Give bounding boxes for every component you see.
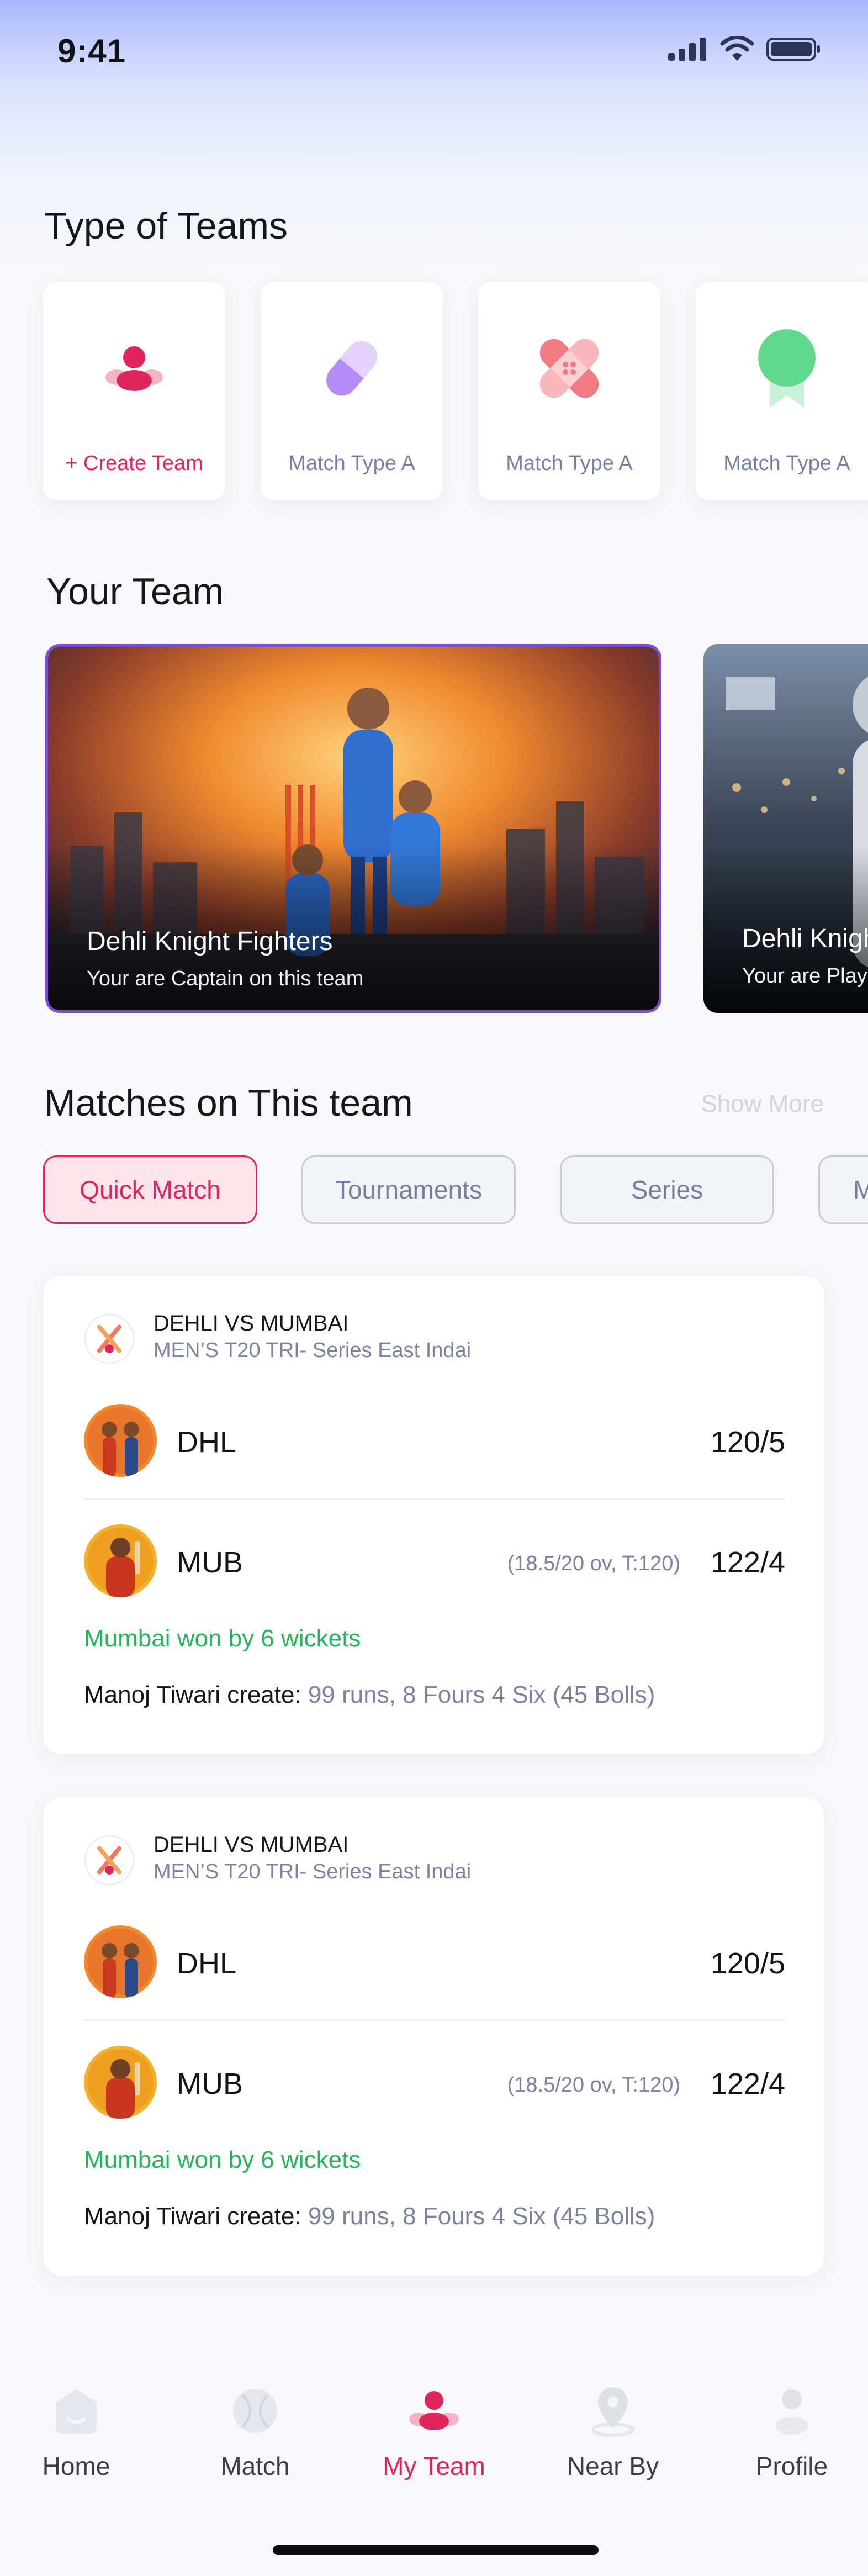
my-team-screen: 9:41 Type of Teams + Create Team Match T… (0, 0, 868, 2576)
status-time: 9:41 (57, 33, 126, 70)
home-icon (56, 2389, 97, 2434)
match-card[interactable]: DEHLI VS MUMBAI MEN’S T20 TRI- Series Ea… (43, 1797, 824, 2276)
wifi-icon (720, 36, 754, 61)
team-row: DHL 120/5 (84, 1404, 785, 1481)
team-score: 120/5 (710, 1947, 785, 1980)
match-title: DEHLI VS MUMBAI (154, 1311, 349, 1335)
performer-stats: 99 runs, 8 Fours 4 Six (45 Bolls) (308, 2203, 655, 2230)
nav-profile[interactable]: Profile (709, 2380, 868, 2502)
team-score: 122/4 (710, 2067, 785, 2100)
team-abbr: DHL (177, 1947, 237, 1980)
show-more-link[interactable]: Show More (701, 1090, 824, 1118)
team-overs: (18.5/20 ov, T:120) (507, 2073, 680, 2097)
divider (84, 1498, 785, 1500)
top-performer: Manoj Tiwari create: 99 runs, 8 Fours 4 … (84, 2203, 655, 2230)
create-team-label: + Create Team (65, 452, 203, 475)
match-card[interactable]: DEHLI VS MUMBAI MEN’S T20 TRI- Series Ea… (43, 1276, 824, 1754)
create-team-card[interactable]: + Create Team (43, 282, 225, 500)
match-type-label: Match Type A (288, 452, 415, 475)
team-overs: (18.5/20 ov, T:120) (507, 1552, 680, 1575)
nav-match[interactable]: Match (172, 2380, 338, 2502)
capsule-icon (326, 341, 377, 396)
team-avatar-mub (84, 1524, 157, 1597)
team-row: MUB (18.5/20 ov, T:120) 122/4 (84, 2046, 785, 2123)
bandage-icon (539, 339, 599, 398)
match-type-card[interactable]: Match Type A (696, 282, 868, 500)
team-avatar-mub (84, 2046, 157, 2119)
performer-name: Manoj Tiwari create: (84, 2203, 301, 2230)
profile-icon (775, 2389, 808, 2435)
team-name: Dehli Knight Fighters (742, 924, 868, 953)
match-type-card[interactable]: Match Type A (261, 282, 443, 500)
match-result: Mumbai won by 6 wickets (84, 1625, 361, 1652)
team-icon (409, 2391, 459, 2430)
team-card[interactable]: Dehli Knight Fighters Your are Player on… (703, 644, 868, 1013)
match-logo-icon (84, 1835, 135, 1886)
match-filter-tabs: Quick Match Tournaments Series Matches (43, 1155, 868, 1224)
team-carousel[interactable]: Dehli Knight Fighters Your are Captain o… (45, 644, 868, 1013)
status-icons (668, 36, 822, 62)
nav-label: Profile (755, 2452, 828, 2480)
team-score: 120/5 (710, 1426, 785, 1459)
team-role: Your are Player on this team (742, 964, 868, 988)
team-row: MUB (18.5/20 ov, T:120) 122/4 (84, 1524, 785, 1602)
nav-my-team[interactable]: My Team (351, 2380, 517, 2502)
bottom-nav: Home Match My Team Near By Profile (0, 2358, 868, 2524)
type-of-teams-title: Type of Teams (44, 205, 288, 247)
team-avatar-dhl (84, 1925, 157, 1998)
nav-label: Match (220, 2452, 290, 2480)
team-name: Dehli Knight Fighters (87, 927, 333, 956)
match-subtitle: MEN’S T20 TRI- Series East Indai (154, 1860, 472, 1883)
matches-title: Matches on This team (44, 1082, 413, 1124)
signal-icon (668, 38, 706, 61)
team-icon (105, 346, 163, 391)
team-row: DHL 120/5 (84, 1925, 785, 2003)
nav-label: Near By (567, 2452, 659, 2480)
team-abbr: MUB (177, 2067, 243, 2100)
tab-tournaments[interactable]: Tournaments (301, 1155, 516, 1224)
home-indicator (273, 2545, 599, 2555)
cricket-ball-icon (233, 2389, 277, 2433)
match-type-card[interactable]: Match Type A (478, 282, 660, 500)
team-score: 122/4 (710, 1546, 785, 1579)
ribbon-badge-icon (758, 329, 816, 408)
top-performer: Manoj Tiwari create: 99 runs, 8 Fours 4 … (84, 1681, 655, 1709)
match-type-label: Match Type A (723, 452, 850, 475)
match-result: Mumbai won by 6 wickets (84, 2146, 361, 2173)
team-role: Your are Captain on this team (87, 967, 364, 990)
nav-label: Home (42, 2452, 110, 2480)
nav-label: My Team (383, 2452, 485, 2480)
location-pin-icon (591, 2387, 634, 2437)
battery-icon (766, 38, 820, 61)
your-team-title: Your Team (46, 571, 224, 613)
match-subtitle: MEN’S T20 TRI- Series East Indai (154, 1339, 472, 1362)
performer-stats: 99 runs, 8 Fours 4 Six (45 Bolls) (308, 1681, 655, 1708)
divider (84, 2019, 785, 2021)
tab-matches[interactable]: Matches (818, 1155, 868, 1224)
team-abbr: DHL (177, 1426, 237, 1459)
team-card[interactable]: Dehli Knight Fighters Your are Captain o… (45, 644, 661, 1013)
match-type-label: Match Type A (506, 452, 633, 475)
match-logo-icon (84, 1313, 135, 1364)
team-avatar-dhl (84, 1404, 157, 1477)
performer-name: Manoj Tiwari create: (84, 1681, 301, 1708)
status-bar: 9:41 (0, 0, 868, 105)
nav-near-by[interactable]: Near By (530, 2380, 696, 2502)
tab-series[interactable]: Series (560, 1155, 774, 1224)
match-title: DEHLI VS MUMBAI (154, 1833, 349, 1857)
team-abbr: MUB (177, 1546, 243, 1579)
tab-quick-match[interactable]: Quick Match (43, 1155, 257, 1224)
nav-home[interactable]: Home (0, 2380, 159, 2502)
team-type-list: + Create Team Match Type A Match Type A … (43, 282, 868, 500)
